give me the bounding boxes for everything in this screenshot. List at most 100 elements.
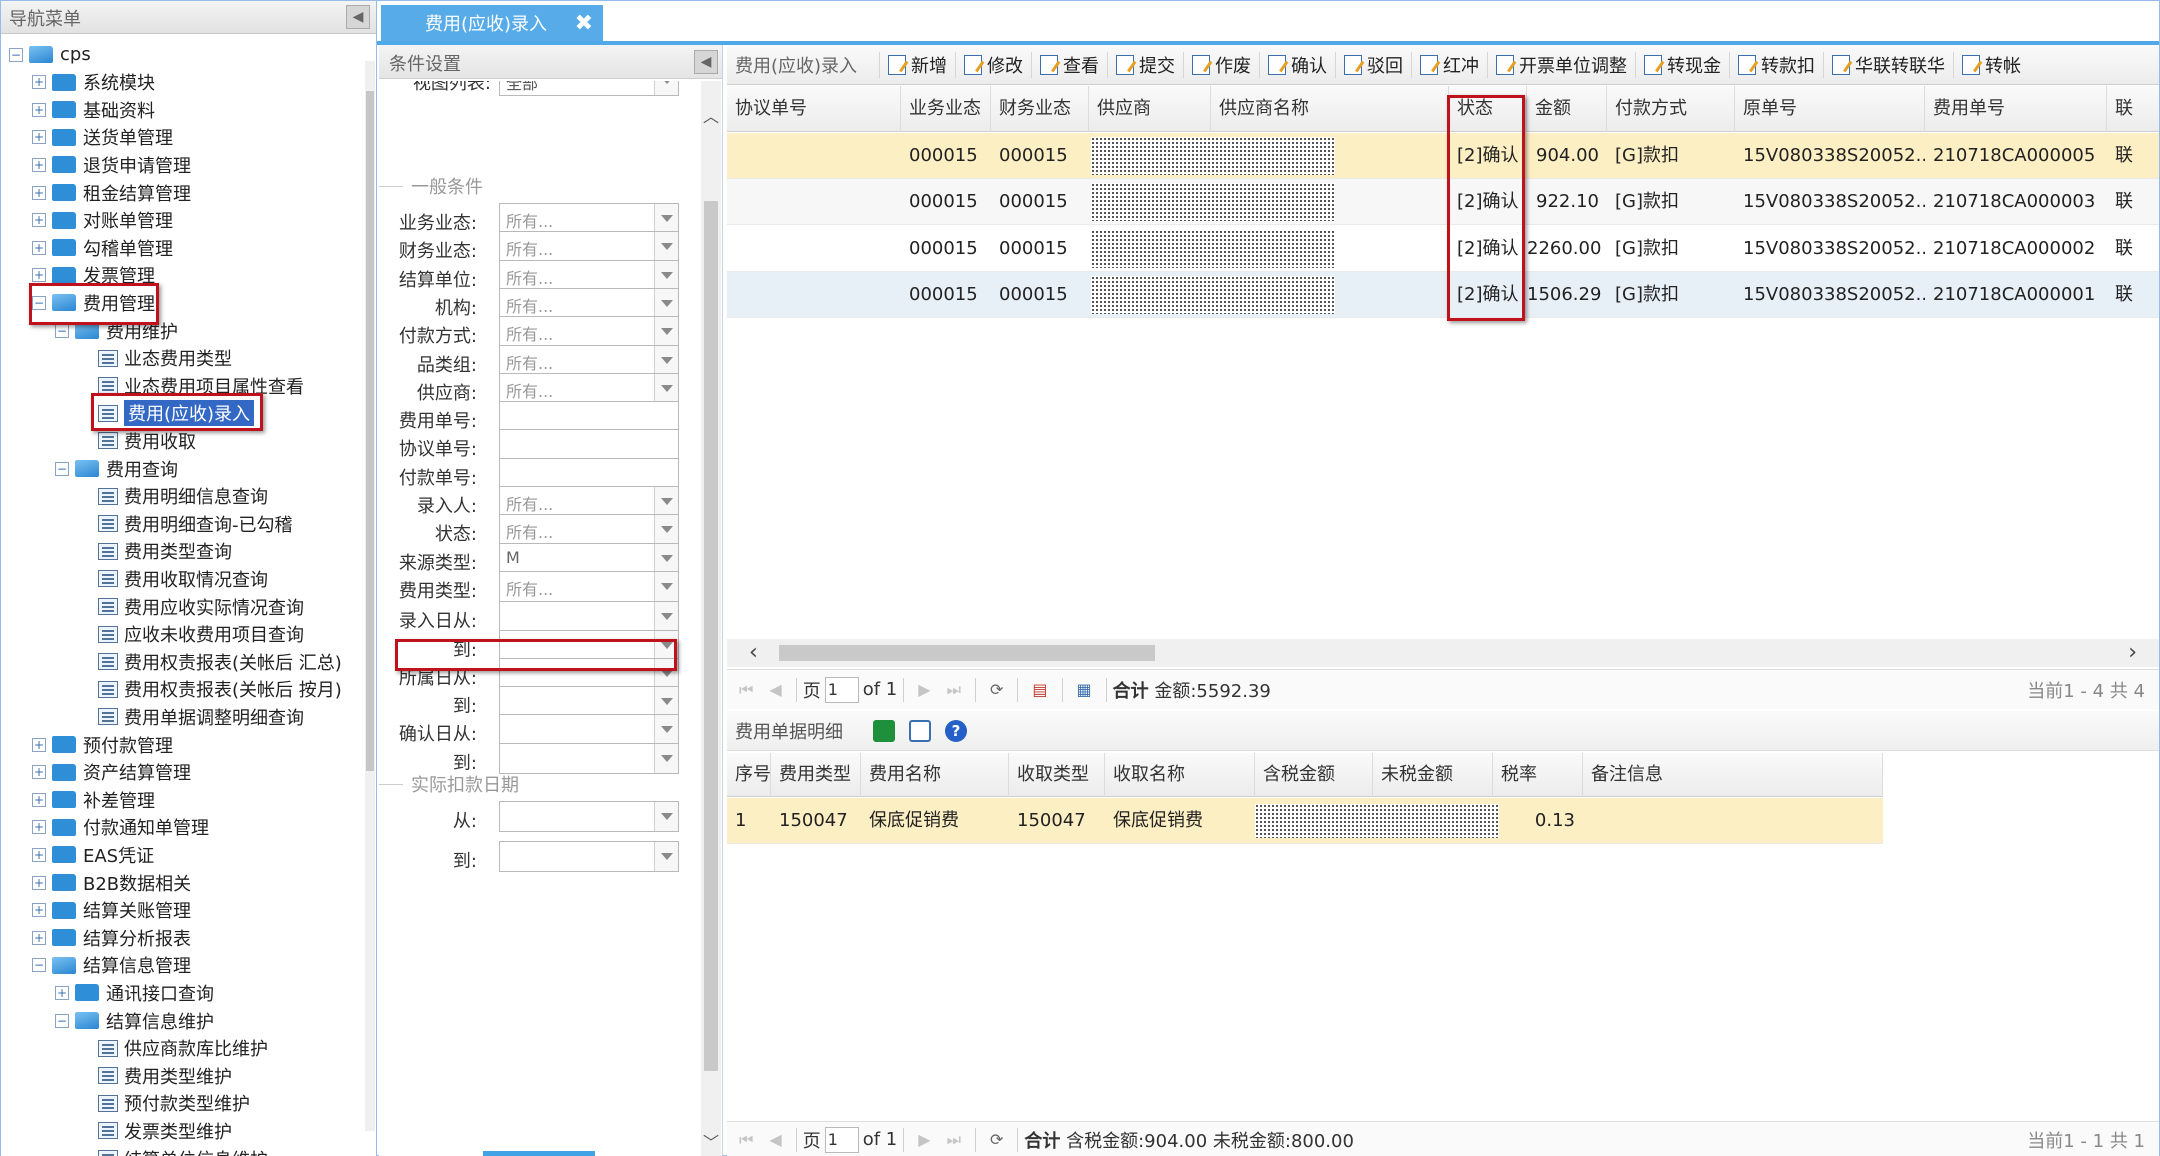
tree-item[interactable]: 业态费用项目属性查看	[78, 372, 304, 399]
field-input[interactable]: 所有...	[499, 231, 679, 263]
tree-item[interactable]: 结算单位信息维护	[78, 1145, 268, 1156]
field-input[interactable]: 所有...	[499, 344, 679, 376]
field-input[interactable]: M	[499, 542, 679, 574]
tree-item[interactable]: + 退货申请管理	[32, 151, 191, 178]
tree-item[interactable]: 费用应收实际情况查询	[78, 593, 304, 620]
field-input[interactable]	[499, 742, 679, 774]
toolbar-button[interactable]: 华联转联华	[1823, 51, 1953, 78]
page-input[interactable]: 1	[824, 1126, 859, 1153]
toolbar-button[interactable]: 转帐	[1953, 51, 2029, 78]
table-row[interactable]: 000015 000015 [2]确认 904.00 [G]款扣 15V080338S20…	[727, 133, 2159, 179]
expander-icon[interactable]: +	[32, 102, 46, 117]
field-input[interactable]: 所有...	[499, 259, 679, 291]
first-page-icon[interactable]: ⏮	[739, 680, 753, 700]
expander-icon[interactable]: +	[32, 820, 46, 835]
tree-item[interactable]: + 系统模块	[32, 69, 155, 96]
chevron-down-icon[interactable]	[654, 602, 678, 632]
column-header[interactable]: 备注信息	[1583, 753, 1883, 797]
tree-item[interactable]: + EAS凭证	[32, 841, 154, 868]
chevron-down-icon[interactable]	[654, 802, 678, 831]
toolbar-button[interactable]: 转款扣	[1729, 51, 1823, 78]
toolbar-button[interactable]: 确认	[1259, 51, 1335, 78]
chevron-down-icon[interactable]	[654, 715, 678, 745]
expander-icon[interactable]: −	[55, 323, 69, 338]
field-input[interactable]: 所有...	[499, 372, 679, 404]
toolbar-button[interactable]: 开票单位调整	[1487, 51, 1635, 78]
conditions-scroll-thumb[interactable]	[704, 201, 718, 1071]
mail-icon[interactable]	[909, 719, 931, 742]
chevron-down-icon[interactable]	[654, 260, 678, 290]
grid-hscrollbar[interactable]: ‹ ›	[727, 639, 2159, 667]
field-input[interactable]	[499, 629, 679, 661]
tree-item[interactable]: − 结算信息维护	[55, 1007, 214, 1034]
tree-item[interactable]: 费用(应收)录入	[78, 400, 255, 427]
expander-icon[interactable]: +	[32, 240, 46, 255]
scroll-up-icon[interactable]: ︿	[703, 103, 719, 127]
tree-item[interactable]: 费用类型维护	[78, 1062, 232, 1089]
last-page-icon[interactable]: ⏭	[947, 1130, 961, 1150]
tree-item[interactable]: 发票类型维护	[78, 1117, 232, 1144]
chevron-down-icon[interactable]	[654, 317, 678, 347]
table-row[interactable]: 000015 000015 [2]确认 2260.00 [G]款扣 15V080338S2…	[727, 225, 2159, 272]
expander-icon[interactable]: +	[55, 985, 69, 1000]
toolbar-button[interactable]: 修改	[955, 51, 1031, 78]
scroll-down-icon[interactable]: ﹀	[703, 1129, 719, 1153]
chevron-down-icon[interactable]	[654, 743, 678, 773]
expander-icon[interactable]: +	[32, 130, 46, 145]
field-input[interactable]: 所有...	[499, 570, 679, 602]
excel-icon[interactable]	[873, 719, 895, 742]
expander-icon[interactable]: −	[9, 47, 23, 62]
field-input[interactable]	[499, 714, 679, 746]
column-header[interactable]: 收取类型	[1009, 753, 1105, 797]
expander-icon[interactable]: −	[55, 1013, 69, 1028]
tree-item[interactable]: 费用收取	[78, 427, 196, 454]
prev-page-icon[interactable]: ◀	[769, 1130, 781, 1149]
chevron-down-icon[interactable]	[654, 658, 678, 688]
nav-scroll-thumb[interactable]	[366, 91, 374, 771]
field-input[interactable]	[499, 457, 679, 489]
toolbar-button[interactable]: 新增	[879, 51, 955, 78]
column-header[interactable]: 收取名称	[1105, 753, 1255, 797]
chevron-down-icon[interactable]	[654, 687, 678, 717]
field-input[interactable]	[499, 429, 679, 461]
prev-page-icon[interactable]: ◀	[769, 680, 781, 699]
field-input[interactable]	[499, 601, 679, 633]
conditions-collapse-button[interactable]: ◀	[694, 50, 718, 74]
column-header[interactable]: 未税金额	[1373, 753, 1493, 797]
field-input[interactable]: 所有...	[499, 486, 679, 517]
column-header[interactable]: 原单号	[1735, 86, 1925, 132]
help-icon[interactable]: ?	[945, 719, 967, 742]
expander-icon[interactable]: −	[32, 958, 46, 973]
column-header[interactable]: 费用类型	[771, 753, 861, 797]
toolbar-button[interactable]: 红冲	[1411, 51, 1487, 78]
refresh-icon[interactable]: ⟳	[990, 680, 1003, 699]
column-header[interactable]: 税率	[1493, 753, 1583, 797]
expander-icon[interactable]: −	[55, 461, 69, 476]
chevron-down-icon[interactable]	[654, 204, 678, 233]
tree-item[interactable]: 应收未收费用项目查询	[78, 621, 304, 648]
chevron-down-icon[interactable]	[654, 543, 678, 573]
chevron-down-icon[interactable]	[654, 515, 678, 545]
chevron-down-icon[interactable]	[654, 81, 678, 95]
view-list-select[interactable]: 全部	[499, 81, 679, 96]
chevron-down-icon[interactable]	[654, 232, 678, 262]
expander-icon[interactable]: +	[32, 847, 46, 862]
column-header[interactable]: 联	[2107, 86, 2160, 132]
detail-row[interactable]: 1 150047 保底促销费 150047 保底促销费 0.13	[727, 798, 1883, 844]
first-page-icon[interactable]: ⏮	[739, 1130, 753, 1150]
export-icon[interactable]: ▤	[1032, 680, 1047, 699]
column-header[interactable]: 供应商名称	[1211, 86, 1449, 132]
column-header[interactable]: 金额	[1527, 86, 1607, 132]
query-button[interactable]: 查 询	[483, 1151, 595, 1156]
nav-collapse-button[interactable]: ◀	[346, 5, 370, 29]
expander-icon[interactable]: +	[32, 268, 46, 283]
chevron-down-icon[interactable]	[654, 630, 678, 660]
tree-item[interactable]: − 费用维护	[55, 317, 178, 344]
column-header[interactable]: 付款方式	[1607, 86, 1735, 132]
chevron-down-icon[interactable]	[654, 571, 678, 601]
field-input[interactable]	[499, 401, 679, 433]
expander-icon[interactable]: +	[32, 875, 46, 890]
chevron-down-icon[interactable]	[654, 288, 678, 318]
tree-item[interactable]: + 基础资料	[32, 96, 155, 123]
expander-icon[interactable]: +	[32, 157, 46, 172]
